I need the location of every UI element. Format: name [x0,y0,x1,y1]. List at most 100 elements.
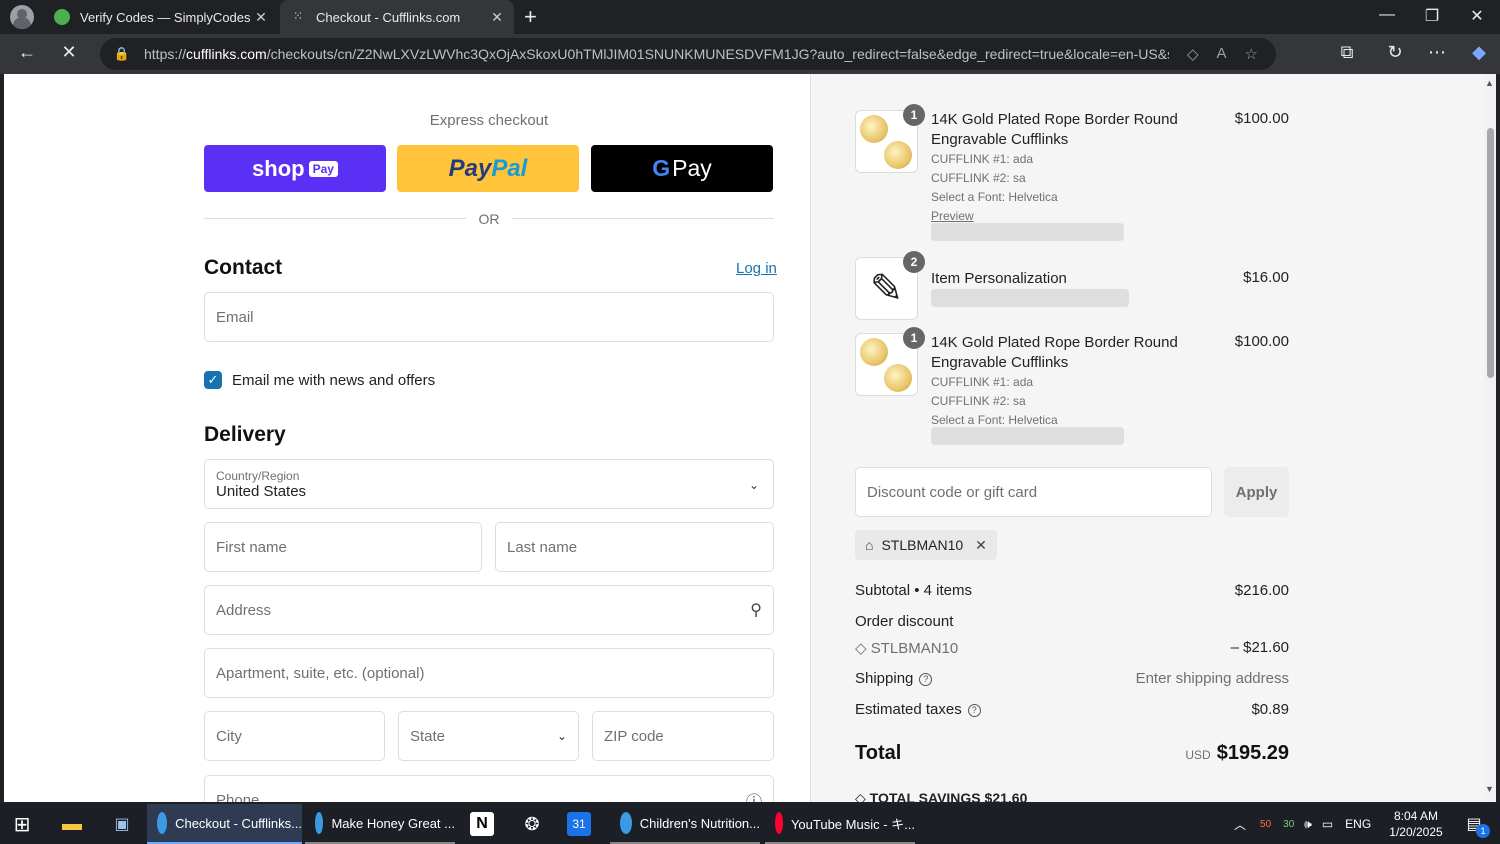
checkout-page: Express checkout shop Pay Pay Pal G Pay O… [4,74,1496,802]
item-price: $100.00 [1234,110,1289,127]
item-option: CUFFLINK #2: sa [931,171,1026,185]
item-option: Select a Font: Helvetica [931,190,1058,204]
login-link[interactable]: Log in [736,260,777,277]
google-pay-button[interactable]: G Pay [591,145,773,192]
read-aloud-icon[interactable]: A [1217,45,1227,63]
or-divider: OR [204,209,774,229]
item-option: CUFFLINK #1: ada [931,152,1034,166]
help-icon[interactable]: ? [919,673,933,686]
chatgpt-icon[interactable]: ❂ [518,810,546,838]
window-close-icon[interactable]: ✕ [1462,6,1492,26]
google-g-icon: G [652,155,671,181]
app-icon[interactable]: ▣ [108,810,136,838]
clock[interactable]: 8:04 AM 1/20/2025 [1385,808,1447,840]
item-name: Item Personalization [931,270,1067,287]
order-discount-row: Order discount [855,613,954,630]
calendar-icon[interactable]: 31 [567,812,591,836]
coupon-icon[interactable]: ◇ [1187,45,1199,63]
country-select[interactable]: Country/Region United States ⌄ [204,459,774,509]
quantity-badge: 2 [903,251,925,273]
item-name: 14K Gold Plated Rope Border Round Engrav… [931,334,1178,371]
zip-field[interactable]: ZIP code [592,711,774,761]
phone-field[interactable]: Phone ⓘ [204,775,774,802]
loading-placeholder [931,223,1124,241]
contact-heading: Contact [204,256,283,279]
apply-button[interactable]: Apply [1224,467,1289,517]
stop-loading-icon[interactable]: ✕ [56,42,82,63]
back-icon[interactable]: ← [14,42,40,63]
total-row: Total USD $195.29 [855,742,1289,764]
tray-indicator[interactable]: 30 [1283,819,1294,830]
url-field[interactable]: 🔒 https://cufflinks.com/checkouts/cn/Z2N… [100,38,1276,70]
item-option: CUFFLINK #1: ada [931,375,1034,389]
city-field[interactable]: City [204,711,385,761]
taskbar-app-nutrition[interactable]: Children's Nutrition... [610,804,760,844]
address-field[interactable]: Address ⚲ [204,585,774,635]
tray-indicator[interactable]: 50 [1260,819,1271,830]
line-item: 1 14K Gold Plated Rope Border Round Engr… [855,104,1289,250]
help-icon[interactable]: ? [967,704,981,717]
language-indicator[interactable]: ENG [1345,817,1371,831]
email-field[interactable]: Email [204,292,774,342]
close-icon[interactable]: ✕ [250,9,272,26]
news-checkbox-row[interactable]: ✓ Email me with news and offers [204,371,435,389]
order-summary: 1 14K Gold Plated Rope Border Round Engr… [810,74,1484,802]
tab-checkout[interactable]: ⁙ Checkout - Cufflinks.com ✕ [280,0,514,34]
scroll-thumb[interactable] [1487,128,1494,378]
new-tab-icon[interactable]: + [524,4,537,30]
show-hidden-icon[interactable]: ︿ [1234,816,1246,833]
remove-discount-icon[interactable]: ✕ [975,537,987,554]
network-icon[interactable]: ▭ [1322,817,1333,831]
discount-code-input[interactable]: Discount code or gift card [855,467,1212,517]
history-icon[interactable]: ↻ [1382,42,1408,63]
item-option: CUFFLINK #2: sa [931,394,1026,408]
page-scrollbar[interactable]: ▲ ▼ [1484,74,1496,802]
notion-icon[interactable]: N [470,812,494,836]
minimize-icon[interactable]: — [1372,6,1402,24]
state-select[interactable]: State ⌄ [398,711,579,761]
checkout-form: Express checkout shop Pay Pay Pal G Pay O… [4,74,810,802]
tab-simplycodes[interactable]: Verify Codes — SimplyCodes ✕ [44,0,278,34]
subtotal-row: Subtotal • 4 items $216.00 [855,582,1289,599]
shop-pay-button[interactable]: shop Pay [204,145,386,192]
chevron-down-icon: ⌄ [556,729,567,743]
lock-icon[interactable]: 🔒 [100,46,144,62]
quantity-badge: 1 [903,104,925,126]
taxes-row: Estimated taxes? $0.89 [855,701,1289,718]
profile-icon[interactable] [10,5,34,29]
windows-start-icon[interactable]: ⊞ [8,810,36,838]
taskbar-app-youtube-music[interactable]: YouTube Music - キ... [765,804,915,844]
edge-icon [157,812,168,834]
search-icon: ⚲ [750,602,762,619]
more-menu-icon[interactable]: ⋯ [1424,42,1450,63]
extensions-icon[interactable]: ⧉ [1334,42,1360,63]
last-name-field[interactable]: Last name [495,522,774,572]
help-icon[interactable]: ⓘ [746,788,762,802]
edge-icon [620,812,632,834]
applied-discount-tag: ⌂ STLBMAN10 ✕ [855,530,997,560]
paypal-button[interactable]: Pay Pal [397,145,579,192]
volume-icon[interactable]: 🕪 [1304,817,1312,832]
item-name: 14K Gold Plated Rope Border Round Engrav… [931,111,1178,148]
scroll-down-icon[interactable]: ▼ [1485,784,1494,794]
item-price: $16.00 [1243,269,1289,286]
scroll-up-icon[interactable]: ▲ [1485,78,1494,88]
apartment-field[interactable]: Apartment, suite, etc. (optional) [204,648,774,698]
file-explorer-icon[interactable]: ▬ [58,810,86,838]
taskbar-app-honey[interactable]: Make Honey Great ... [305,804,455,844]
loading-favicon-icon: ⁙ [292,9,304,23]
chevron-down-icon: ⌄ [748,478,759,492]
simplycodes-favicon-icon [54,9,70,25]
restore-icon[interactable]: ❐ [1417,6,1447,26]
preview-link[interactable]: Preview [931,209,974,223]
notifications-icon[interactable]: ▤ 1 [1460,810,1490,838]
favorite-star-icon[interactable]: ☆ [1245,45,1258,63]
checkbox-checked-icon[interactable]: ✓ [204,371,222,389]
first-name-field[interactable]: First name [204,522,482,572]
product-image: 1 [855,327,925,396]
tag-icon: ⌂ [865,537,874,553]
copilot-icon[interactable]: ◆ [1466,42,1492,63]
system-tray: ︿ 50 30 🕪 ▭ ENG [1234,804,1371,844]
taskbar-app-checkout[interactable]: Checkout - Cufflinks... [147,804,302,844]
close-icon[interactable]: ✕ [486,9,508,26]
